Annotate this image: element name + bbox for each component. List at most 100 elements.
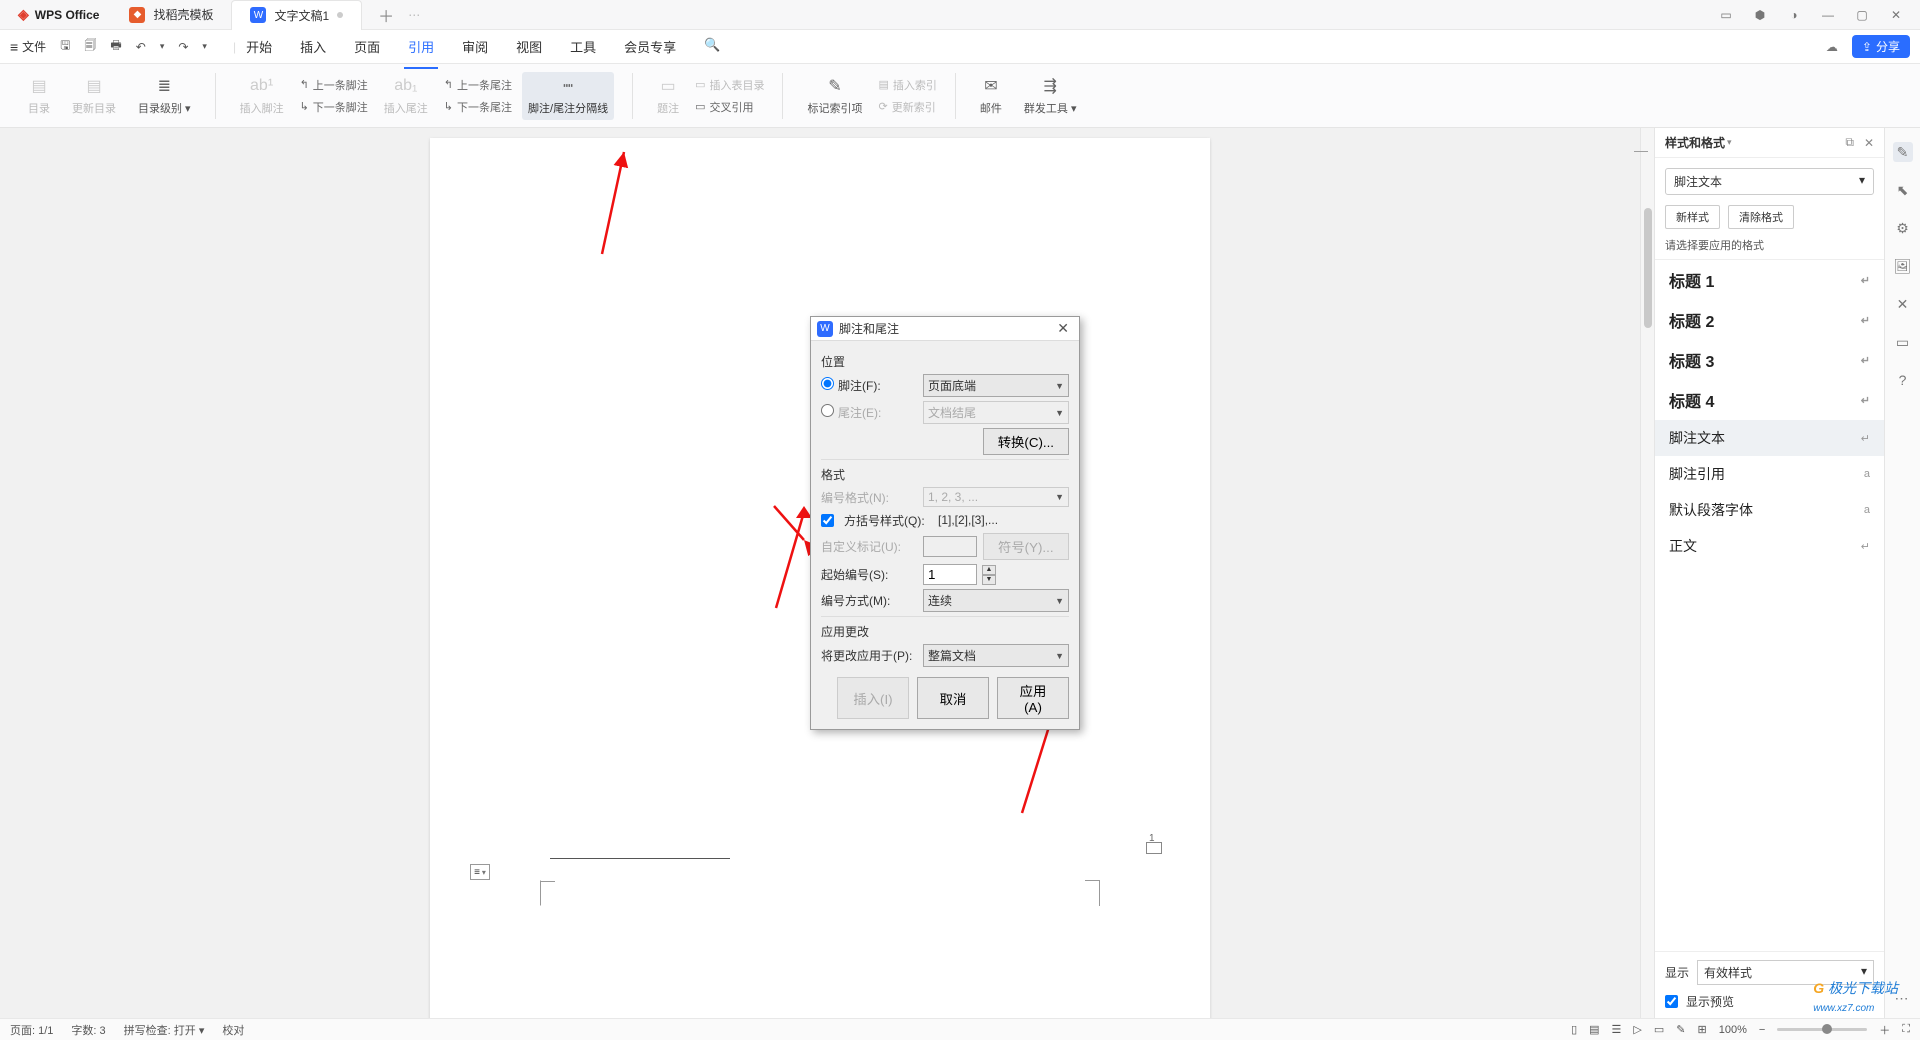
bracket-checkbox[interactable]	[821, 514, 834, 527]
tab-overflow-icon[interactable]: ⋯	[408, 8, 420, 22]
menu-tab-view[interactable]: 视图	[512, 31, 546, 62]
new-style-button[interactable]: 新样式	[1665, 205, 1720, 229]
undo-dropdown-icon[interactable]: ▾	[160, 41, 165, 52]
style-heading1[interactable]: 标题 1↵	[1655, 260, 1884, 300]
pin-icon[interactable]: ⧉	[1845, 135, 1854, 150]
insert-endnote-button[interactable]: ab₁插入尾注	[378, 72, 434, 120]
mark-index-button[interactable]: ✎标记索引项	[801, 72, 868, 120]
numbering-combo[interactable]: 连续▼	[923, 589, 1069, 612]
rail-settings-icon[interactable]: ⚙	[1893, 218, 1913, 238]
scrollbar-thumb[interactable]	[1644, 208, 1652, 328]
next-footnote-button[interactable]: ↳下一条脚注	[300, 99, 368, 115]
style-heading4[interactable]: 标题 4↵	[1655, 380, 1884, 420]
style-footnote-text[interactable]: 脚注文本↵	[1655, 420, 1884, 456]
styles-list[interactable]: 标题 1↵ 标题 2↵ 标题 3↵ 标题 4↵ 脚注文本↵ 脚注引用a 默认段落…	[1655, 259, 1884, 951]
share-button[interactable]: ⇪ 分享	[1852, 35, 1910, 58]
style-heading3[interactable]: 标题 3↵	[1655, 340, 1884, 380]
current-style-combo[interactable]: 脚注文本▾	[1665, 168, 1874, 195]
style-body[interactable]: 正文↵	[1655, 528, 1884, 564]
zoom-in-button[interactable]: ＋	[1879, 1022, 1890, 1038]
endnote-radio-label[interactable]: 尾注(E):	[821, 404, 917, 421]
close-window-button[interactable]: ✕	[1888, 8, 1904, 22]
menu-tab-tools[interactable]: 工具	[566, 31, 600, 62]
caption-button[interactable]: ▭题注	[651, 72, 685, 120]
view-outline-icon[interactable]: ▤	[1589, 1023, 1599, 1036]
view-read-icon[interactable]: ▷	[1633, 1023, 1641, 1036]
menu-tab-insert[interactable]: 插入	[296, 31, 330, 62]
footnote-radio-label[interactable]: 脚注(F):	[821, 377, 917, 394]
undo-icon[interactable]: ↶	[136, 40, 146, 54]
rail-image-icon[interactable]: 🖼	[1893, 256, 1913, 276]
spin-up-button[interactable]: ▲	[982, 565, 996, 575]
cancel-button[interactable]: 取消	[917, 677, 989, 719]
menu-tab-page[interactable]: 页面	[350, 31, 384, 62]
clear-format-button[interactable]: 清除格式	[1728, 205, 1794, 229]
zoom-slider[interactable]	[1777, 1028, 1867, 1031]
rail-select-icon[interactable]: ⬉	[1893, 180, 1913, 200]
spin-down-button[interactable]: ▼	[982, 575, 996, 585]
menu-tab-member[interactable]: 会员专享	[620, 31, 680, 62]
maximize-button[interactable]: ▢	[1854, 8, 1870, 22]
tab-template-store[interactable]: ◆ 找稻壳模板	[111, 0, 231, 30]
toc-button[interactable]: ▤目录	[22, 72, 56, 120]
zoom-out-button[interactable]: −	[1759, 1024, 1765, 1036]
cloud-sync-icon[interactable]: ☁	[1826, 40, 1838, 54]
view-focus-icon[interactable]: ▭	[1654, 1023, 1664, 1036]
rail-shape-icon[interactable]: ▭	[1893, 332, 1913, 352]
fullscreen-icon[interactable]: ⛶	[1902, 1023, 1910, 1036]
panel-collapse-icon[interactable]: —	[1634, 142, 1648, 158]
view-grid-icon[interactable]: ⊞	[1698, 1023, 1707, 1036]
rail-format-icon[interactable]: ✎	[1893, 142, 1913, 162]
reader-icon[interactable]: ▭	[1718, 8, 1734, 22]
tab-close-icon[interactable]	[337, 12, 343, 18]
footnote-position-combo[interactable]: 页面底端▼	[923, 374, 1069, 397]
view-web-icon[interactable]: ☰	[1612, 1023, 1622, 1036]
style-footnote-ref[interactable]: 脚注引用a	[1655, 456, 1884, 492]
apply-button[interactable]: 应用(A)	[997, 677, 1069, 719]
style-default-font[interactable]: 默认段落字体a	[1655, 492, 1884, 528]
cube-icon[interactable]: ⬢	[1752, 8, 1768, 22]
redo-dropdown-icon[interactable]: ▾	[202, 41, 207, 52]
start-at-input[interactable]	[923, 564, 977, 585]
status-proof[interactable]: 校对	[222, 1022, 244, 1038]
toc-level-button[interactable]: ≣目录级别 ▾	[132, 72, 197, 120]
minimize-button[interactable]: —	[1820, 8, 1836, 22]
rail-help-icon[interactable]: ?	[1893, 370, 1913, 390]
status-page[interactable]: 页面: 1/1	[10, 1022, 53, 1038]
prev-endnote-button[interactable]: ↰上一条尾注	[444, 77, 512, 93]
prev-footnote-button[interactable]: ↰上一条脚注	[300, 77, 368, 93]
file-menu[interactable]: ≡ 文件	[10, 38, 46, 55]
footnote-separator-button[interactable]: ┉脚注/尾注分隔线	[522, 72, 614, 120]
menu-tab-reference[interactable]: 引用	[404, 31, 438, 62]
save-icon[interactable]: 🖫	[60, 36, 70, 57]
convert-button[interactable]: 转换(C)...	[983, 428, 1069, 455]
mail-button[interactable]: ✉邮件	[974, 72, 1008, 120]
endnote-radio[interactable]	[821, 404, 834, 417]
apply-to-combo[interactable]: 整篇文档▼	[923, 644, 1069, 667]
section-marker[interactable]: ≡	[470, 864, 490, 880]
user-avatar-icon[interactable]: ◑	[1786, 8, 1802, 22]
mass-send-button[interactable]: ⇶群发工具 ▾	[1018, 72, 1083, 120]
zoom-value[interactable]: 100%	[1719, 1024, 1747, 1036]
update-index-button[interactable]: ⟳更新索引	[878, 99, 936, 115]
preview-checkbox[interactable]	[1665, 995, 1678, 1008]
menu-tab-start[interactable]: 开始	[242, 31, 276, 62]
dialog-close-button[interactable]: ✕	[1053, 320, 1073, 337]
cross-reference-button[interactable]: ▭交叉引用	[695, 99, 764, 115]
search-icon[interactable]: 🔍	[700, 31, 724, 62]
vertical-scrollbar[interactable]	[1640, 128, 1654, 1018]
panel-close-icon[interactable]: ✕	[1864, 136, 1874, 150]
print-preview-icon[interactable]: 🗐	[84, 36, 96, 57]
insert-footnote-button[interactable]: ab¹插入脚注	[234, 72, 290, 120]
new-tab-button[interactable]: ＋	[372, 3, 400, 27]
view-tools-icon[interactable]: ✎	[1676, 1023, 1685, 1036]
rail-tools-icon[interactable]: ✕	[1893, 294, 1913, 314]
view-page-icon[interactable]: ▯	[1571, 1023, 1577, 1036]
insert-table-of-figures-button[interactable]: ▭插入表目录	[695, 77, 764, 93]
print-icon[interactable]: 🖶	[110, 36, 121, 57]
style-heading2[interactable]: 标题 2↵	[1655, 300, 1884, 340]
status-spellcheck[interactable]: 拼写检查: 打开 ▾	[124, 1022, 205, 1038]
dialog-titlebar[interactable]: W 脚注和尾注 ✕	[811, 317, 1079, 341]
footnote-radio[interactable]	[821, 377, 834, 390]
update-toc-button[interactable]: ▤更新目录	[66, 72, 122, 120]
